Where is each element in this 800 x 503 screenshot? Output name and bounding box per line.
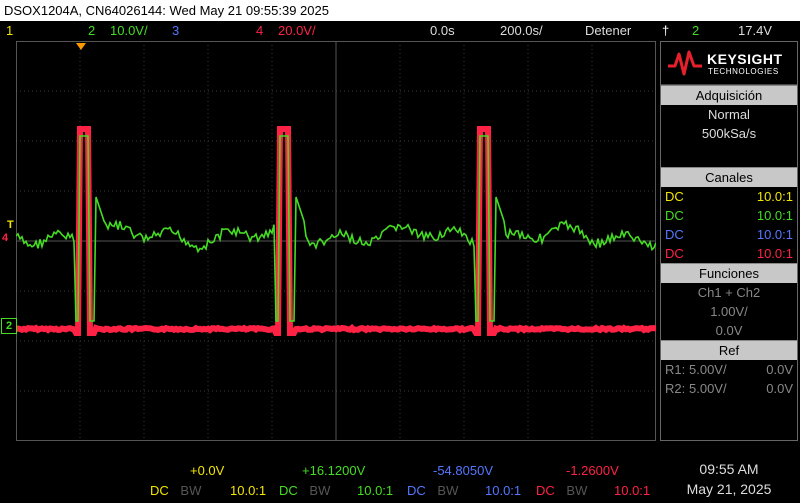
keysight-logo: KEYSIGHT TECHNOLOGIES (661, 42, 797, 85)
ch4-bottom-probe: 10.0:1 (614, 483, 651, 498)
ch3-probe: 10.0:1 (756, 227, 793, 242)
ch3-offset: -54.8050V (433, 463, 493, 478)
ch3-coupling: DC (665, 227, 684, 242)
channel-row: DC 10.0:1 (661, 187, 797, 206)
trigger-level: 17.4V (738, 23, 772, 38)
waveform-display[interactable] (16, 41, 656, 441)
trigger-level-marker: T (7, 219, 14, 231)
side-panel: KEYSIGHT TECHNOLOGIES Adquisición Normal… (660, 41, 798, 441)
acquisition-header[interactable]: Adquisición (661, 85, 797, 105)
channel-row: DC 10.0:1 (661, 206, 797, 225)
ch4-coupling: DC (665, 246, 684, 261)
acquisition-rate: 500kSa/s (701, 126, 757, 141)
r2-label: R2: (665, 381, 686, 396)
run-state: Detener (585, 23, 632, 38)
functions-header[interactable]: Funciones (661, 263, 797, 283)
channel-row: DC 10.0:1 (661, 244, 797, 263)
ch2-coupling: DC (665, 208, 684, 223)
ch1-probe: 10.0:1 (756, 189, 793, 204)
brand-sub: TECHNOLOGIES (708, 67, 779, 76)
ch4-ground-marker[interactable]: 4 (2, 232, 8, 244)
r1-scale: 5.00V/ (689, 362, 727, 377)
ch1-coupling: DC (665, 189, 684, 204)
ch2-probe: 10.0:1 (756, 208, 793, 223)
brand-name: KEYSIGHT (707, 51, 783, 67)
ch4-indicator[interactable]: 4 (256, 21, 263, 41)
clock-date: May 21, 2025 (686, 481, 772, 497)
ch1-bottom-coupling: DC (150, 483, 169, 498)
timebase-value: 200.0s/ (500, 23, 543, 38)
function-scale: 1.00V/ (710, 304, 748, 319)
trigger-edge-icon: † (662, 23, 670, 38)
ch2-bottom-coupling: DC (279, 483, 298, 498)
ch2-indicator[interactable]: 2 (88, 21, 95, 41)
ch3-bottom-probe: 10.0:1 (485, 483, 522, 498)
r1-offset: 0.0V (766, 362, 793, 377)
ch4-bottom-bw: BW (566, 483, 588, 498)
function-offset: 0.0V (715, 323, 743, 338)
ch1-settings[interactable]: DC BW 10.0:1 (150, 483, 266, 498)
ch3-bottom-coupling: DC (407, 483, 426, 498)
ch4-offset: -1.2600V (566, 463, 619, 478)
ch2-ground-marker[interactable]: 2 (1, 318, 17, 334)
clock: 09:55 AM May 21, 2025 (660, 459, 798, 499)
function-expression: Ch1 + Ch2 (697, 285, 761, 300)
ch1-indicator[interactable]: 1 (6, 21, 13, 41)
status-bar: 1 2 10.0V/ 3 4 20.0V/ 0.0s 200.0s/ Deten… (0, 21, 800, 41)
keysight-wave-icon (668, 50, 702, 76)
trigger-position-icon (76, 43, 86, 50)
ch3-bottom-bw: BW (437, 483, 459, 498)
r2-offset: 0.0V (766, 381, 793, 396)
ch1-bottom-bw: BW (180, 483, 202, 498)
clock-time: 09:55 AM (699, 461, 759, 477)
ref-header[interactable]: Ref (661, 340, 797, 360)
ch2-offset: +16.1200V (302, 463, 366, 478)
channels-header[interactable]: Canales (661, 167, 797, 187)
delay-value: 0.0s (430, 23, 455, 38)
ch4-bottom-coupling: DC (536, 483, 555, 498)
ref-row: R1: 5.00V/ 0.0V (661, 360, 797, 379)
ch1-bottom-probe: 10.0:1 (230, 483, 267, 498)
bottom-bar: +0.0V +16.1200V -54.8050V -1.2600V DC BW… (0, 443, 800, 503)
channel-row: DC 10.0:1 (661, 225, 797, 244)
ch4-scale: 20.0V/ (278, 23, 316, 38)
graticule (16, 41, 656, 441)
window-title: DSOX1204A, CN64026144: Wed May 21 09:55:… (0, 0, 800, 21)
ch3-settings[interactable]: DC BW 10.0:1 (407, 483, 521, 498)
trigger-source: 2 (692, 23, 700, 38)
ch2-bottom-bw: BW (309, 483, 331, 498)
acquisition-mode: Normal (708, 107, 750, 122)
r1-label: R1: (665, 362, 686, 377)
ch2-scale: 10.0V/ (110, 23, 148, 38)
ch2-settings[interactable]: DC BW 10.0:1 (279, 483, 393, 498)
ch2-bottom-probe: 10.0:1 (357, 483, 394, 498)
ch3-indicator[interactable]: 3 (172, 21, 179, 41)
ch4-probe: 10.0:1 (756, 246, 793, 261)
ref-row: R2: 5.00V/ 0.0V (661, 379, 797, 398)
r2-scale: 5.00V/ (689, 381, 727, 396)
ch4-settings[interactable]: DC BW 10.0:1 (536, 483, 650, 498)
ch1-offset: +0.0V (190, 463, 225, 478)
